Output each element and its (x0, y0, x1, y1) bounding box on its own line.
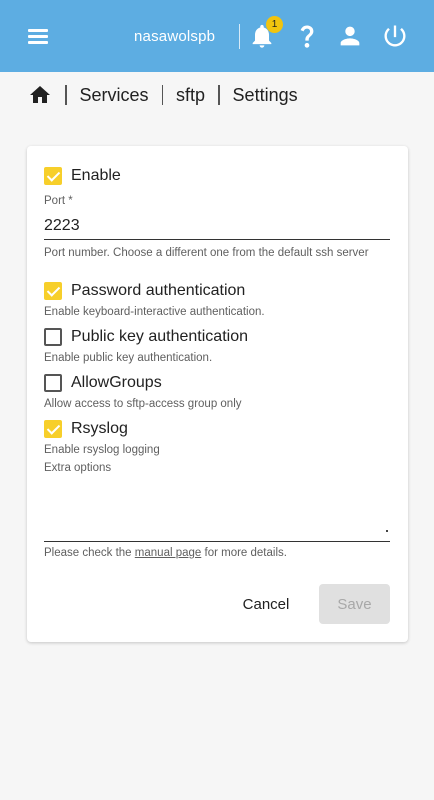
breadcrumb-separator (218, 85, 220, 105)
extra-options-label: Extra options (44, 462, 112, 474)
rsyslog-checkbox[interactable]: Rsyslog (44, 418, 128, 440)
manual-hint-before: Please check the (44, 547, 132, 559)
top-app-bar: nasawolspb 1 (0, 0, 434, 72)
help-icon[interactable] (293, 22, 321, 50)
pubkey-auth-hint: Enable public key authentication. (44, 352, 213, 364)
breadcrumb-settings: Settings (232, 84, 298, 105)
extra-options-input[interactable] (44, 484, 390, 542)
checkbox-unchecked-icon[interactable] (44, 328, 62, 346)
resize-handle-icon[interactable] (386, 530, 388, 532)
password-auth-label: Password authentication (71, 282, 246, 299)
breadcrumb-separator (161, 85, 164, 105)
save-button[interactable]: Save (319, 584, 390, 624)
checkbox-unchecked-icon[interactable] (44, 374, 62, 392)
topbar-divider (239, 24, 240, 49)
menu-icon[interactable] (26, 26, 52, 46)
allow-groups-checkbox[interactable]: AllowGroups (44, 372, 162, 394)
allow-groups-hint: Allow access to sftp-access group only (44, 398, 242, 410)
breadcrumb: Services sftp Settings (28, 82, 298, 108)
port-label: Port * (44, 195, 73, 207)
pubkey-auth-checkbox[interactable]: Public key authentication (44, 326, 248, 348)
hostname: nasawolspb (134, 28, 216, 45)
enable-checkbox[interactable]: Enable (44, 165, 121, 187)
manual-page-link[interactable]: manual page (135, 547, 202, 559)
manual-hint: Please check the manual page for more de… (44, 547, 287, 559)
port-hint: Port number. Choose a different one from… (44, 247, 369, 259)
password-auth-hint: Enable keyboard-interactive authenticati… (44, 306, 265, 318)
enable-label: Enable (71, 167, 121, 184)
settings-card: Enable Port * Port number. Choose a diff… (27, 146, 408, 642)
user-icon[interactable] (336, 22, 364, 50)
checkbox-checked-icon[interactable] (44, 420, 62, 438)
checkbox-checked-icon[interactable] (44, 282, 62, 300)
checkbox-checked-icon[interactable] (44, 167, 62, 185)
power-icon[interactable] (381, 22, 409, 50)
home-icon[interactable] (28, 83, 52, 107)
port-input[interactable] (44, 212, 390, 240)
breadcrumb-services[interactable]: Services (80, 85, 149, 106)
manual-hint-after: for more details. (204, 547, 287, 559)
password-auth-checkbox[interactable]: Password authentication (44, 280, 245, 302)
allow-groups-label: AllowGroups (71, 374, 162, 391)
pubkey-auth-label: Public key authentication (71, 328, 248, 345)
breadcrumb-sftp[interactable]: sftp (176, 85, 205, 106)
cancel-button[interactable]: Cancel (229, 584, 303, 624)
rsyslog-label: Rsyslog (71, 420, 128, 437)
rsyslog-hint: Enable rsyslog logging (44, 444, 160, 456)
notification-badge: 1 (266, 16, 283, 33)
breadcrumb-separator (65, 85, 67, 105)
